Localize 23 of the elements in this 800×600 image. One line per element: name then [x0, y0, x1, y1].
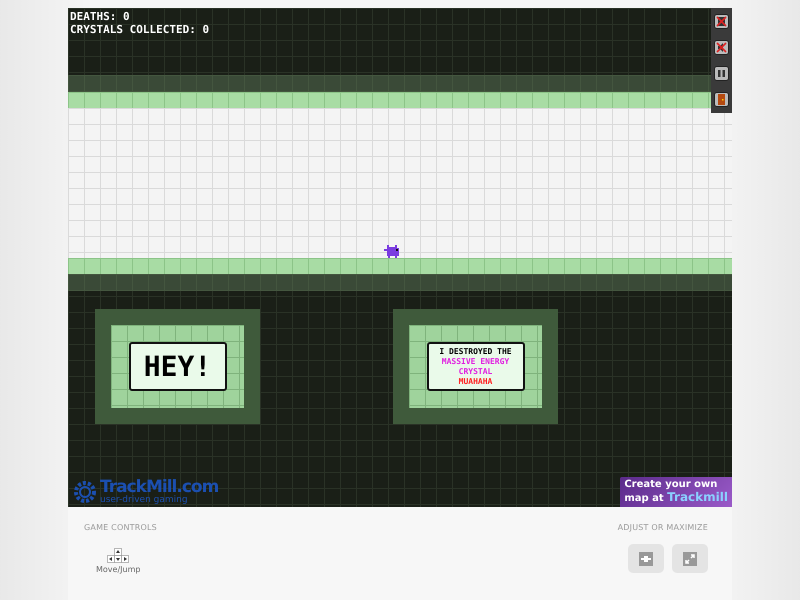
sign-text: MUAHAHA [458, 376, 492, 386]
sign-text: MASSIVE ENERGY [442, 356, 510, 366]
section-title: GAME CONTROLS [84, 523, 157, 532]
maximize-button[interactable] [672, 544, 708, 573]
sign-text: I DESTROYED THE [439, 346, 512, 356]
adjust-button[interactable] [628, 544, 664, 573]
arrow-keys-icon [107, 548, 130, 563]
deaths-counter: DEATHS: 0 [70, 10, 131, 23]
game-canvas[interactable]: HEY! I DESTROYED THE MASSIVE ENERGY CRYSTAL MUAHAHA DEATHS: 0 CRYSTALS COLLECTED: 0 TrackMill.com user-driven gaming Create your own map at Trackmill [68, 8, 732, 507]
control-label: Move/Jump [96, 565, 140, 574]
sound-off-icon[interactable] [714, 40, 729, 55]
sign-text: CRYSTAL [458, 366, 492, 376]
door-icon[interactable] [714, 92, 729, 108]
gear-icon [72, 479, 98, 505]
logo-tagline: user-driven gaming [100, 496, 189, 505]
sign-text: HEY! [144, 352, 212, 382]
section-title: ADJUST OR MAXIMIZE [618, 523, 708, 532]
maximize-icon [683, 552, 697, 566]
music-off-icon[interactable] [714, 14, 729, 29]
crystals-counter: CRYSTALS COLLECTED: 0 [70, 23, 210, 36]
create-map-banner[interactable]: Create your own map at Trackmill [620, 477, 732, 507]
pause-icon[interactable] [714, 66, 729, 82]
resize-icon [639, 552, 653, 566]
